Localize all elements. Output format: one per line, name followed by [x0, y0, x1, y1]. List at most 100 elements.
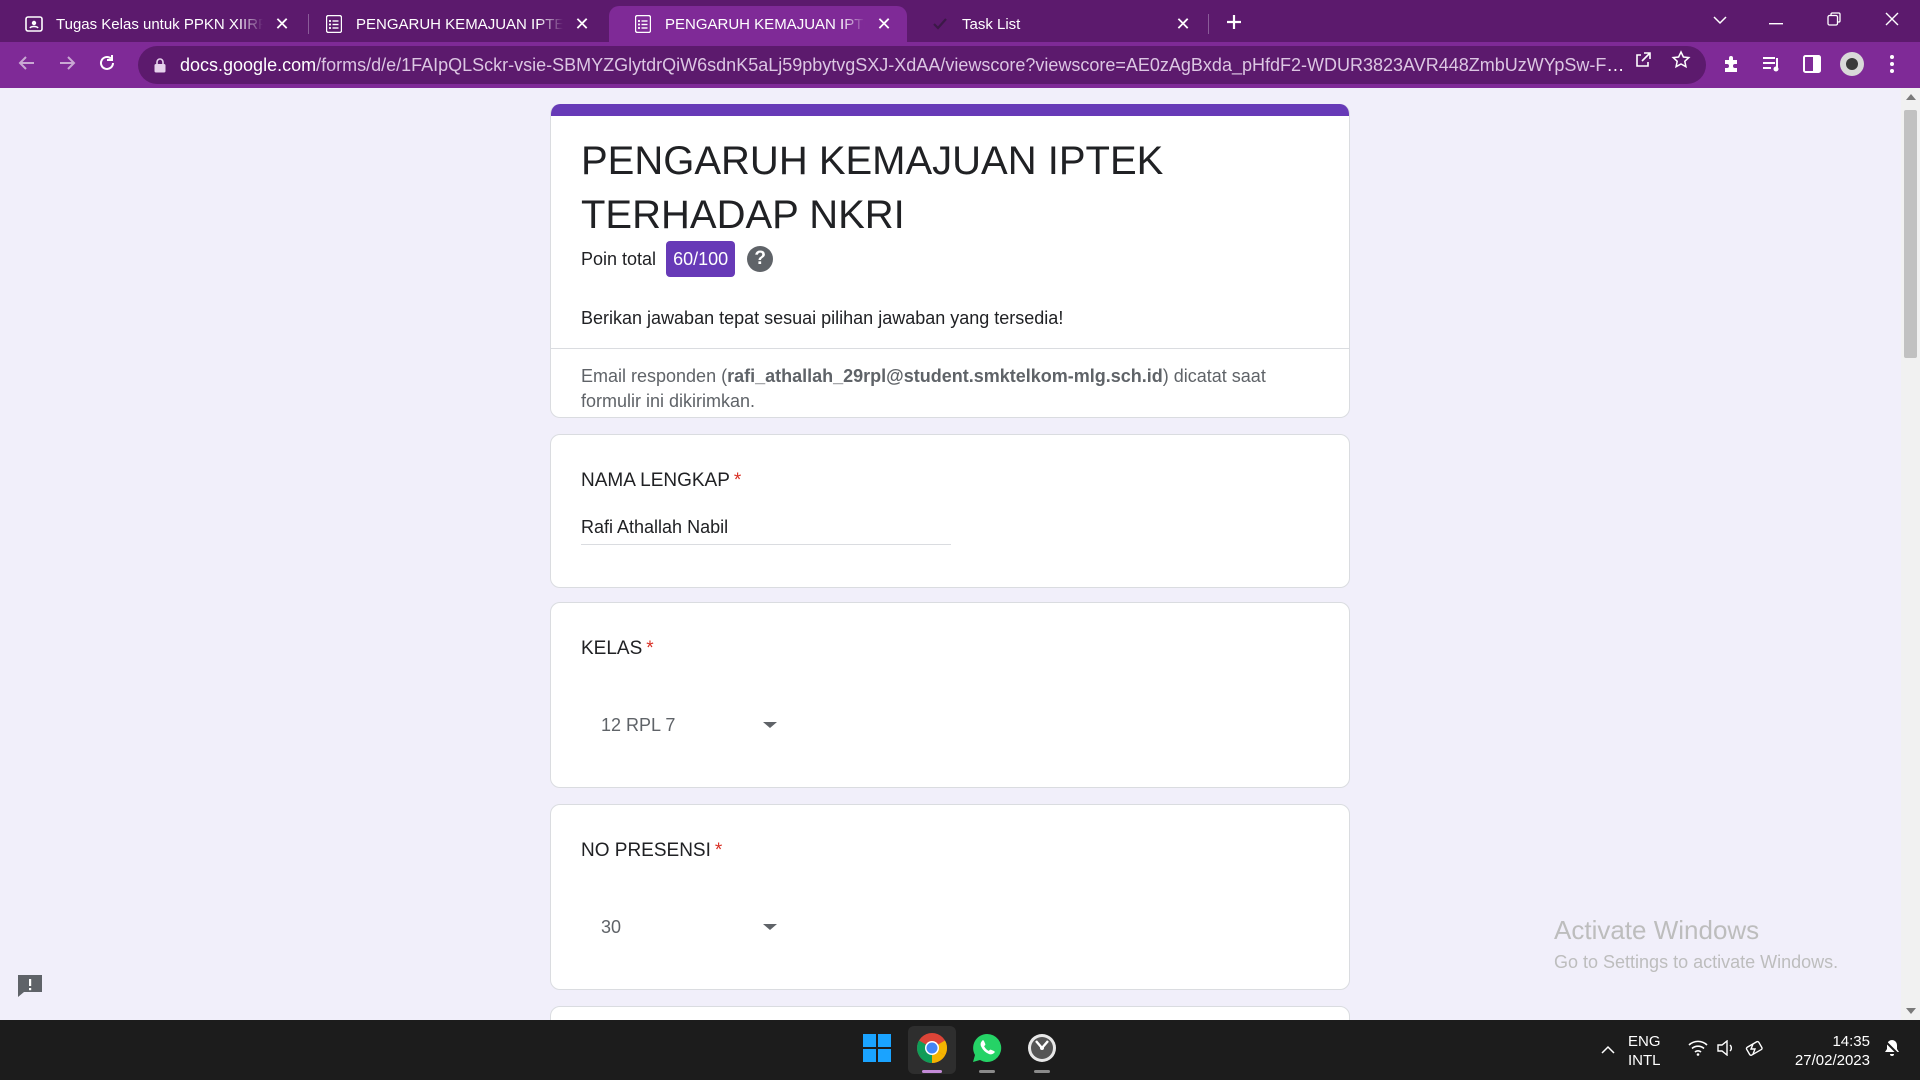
running-indicator [1034, 1070, 1050, 1073]
battery-charging-icon [1744, 1040, 1764, 1061]
extensions-button[interactable] [1720, 54, 1744, 78]
watermark-subtitle: Go to Settings to activate Windows. [1554, 952, 1839, 972]
caret-down-icon [763, 924, 777, 930]
show-hidden-icons-button[interactable] [1596, 1020, 1620, 1080]
tab-forms-active[interactable]: PENGARUH KEMAJUAN IPTEK TERHADAP NKRI ✕ [609, 6, 907, 42]
profile-button[interactable] [1840, 51, 1864, 78]
watermark-title: Activate Windows [1554, 915, 1760, 945]
question-card-name: NAMA LENGKAP * Rafi Athallah Nabil [550, 434, 1350, 588]
wifi-indicator[interactable] [1686, 1020, 1710, 1080]
question-title: NO PRESENSI * [581, 840, 722, 862]
lock-icon[interactable] [152, 57, 168, 73]
keyboard-layout: INTL [1628, 1052, 1661, 1069]
side-panel-icon [1803, 54, 1821, 78]
question-title: NAMA LENGKAP * [581, 470, 741, 492]
input-language-indicator[interactable]: ENG INTL [1628, 1032, 1661, 1070]
close-tab-icon[interactable]: ✕ [271, 13, 293, 35]
close-icon [1885, 12, 1899, 31]
chrome-menu-button[interactable] [1880, 54, 1904, 78]
page-scrollbar[interactable] [1901, 88, 1920, 1020]
tab-title: PENGARUH KEMAJUAN IPTEK TERHADAP NKRI [665, 15, 865, 33]
taskbar-clock-app[interactable] [1018, 1026, 1066, 1074]
share-button[interactable] [1632, 51, 1654, 73]
address-bar[interactable]: docs.google.com/forms/d/e/1FAIpQLSckr-vs… [138, 46, 1706, 84]
report-feedback-button[interactable] [15, 973, 45, 1003]
name-answer: Rafi Athallah Nabil [581, 517, 951, 545]
tab-task-list[interactable]: Task List ✕ [906, 6, 1206, 42]
check-icon [930, 14, 950, 34]
system-clock[interactable]: 14:35 27/02/2023 [1780, 1032, 1870, 1070]
tab-title: Task List [962, 15, 1021, 33]
taskbar-chrome[interactable] [908, 1026, 956, 1074]
help-icon[interactable]: ? [747, 246, 774, 272]
kebab-menu-icon [1889, 54, 1895, 79]
close-tab-icon[interactable]: ✕ [571, 13, 593, 35]
scroll-up-icon[interactable] [1906, 94, 1916, 100]
required-asterisk: * [714, 840, 723, 861]
required-asterisk: * [733, 470, 742, 491]
clock-date: 27/02/2023 [1794, 1052, 1870, 1069]
new-tab-button[interactable] [1220, 8, 1248, 36]
tab-title: PENGARUH KEMAJUAN IPTEK TERHADAP NKRI [356, 15, 563, 33]
back-button[interactable] [12, 50, 42, 80]
arrow-left-icon [18, 54, 36, 77]
reload-button[interactable] [92, 50, 122, 80]
tab-title: Tugas Kelas untuk PPKN XIIRPL7 [56, 15, 263, 33]
tab-forms-1[interactable]: PENGARUH KEMAJUAN IPTEK TERHADAP NKRI ✕ [300, 6, 605, 42]
form-page: PENGARUH KEMAJUAN IPTEK TERHADAP NKRI Po… [0, 88, 1901, 1020]
header-accent-bar [551, 104, 1349, 116]
volume-indicator[interactable] [1714, 1020, 1738, 1080]
close-tab-icon[interactable]: ✕ [873, 13, 895, 35]
minimize-button[interactable] [1748, 0, 1804, 42]
score-badge: 60/100 [666, 241, 736, 277]
active-indicator [922, 1070, 942, 1073]
side-panel-button[interactable] [1800, 54, 1824, 78]
notification-bell-icon [1882, 1038, 1902, 1063]
respondent-email: rafi_athallah_29rpl@student.smktelkom-ml… [727, 366, 1163, 386]
score-row: Poin total 60/100 ? [581, 241, 774, 277]
taskbar-whatsapp[interactable] [963, 1026, 1011, 1074]
speaker-icon [1716, 1039, 1736, 1061]
question-card-class: KELAS * 12 RPL 7 [550, 602, 1350, 788]
question-title-text: KELAS [581, 638, 643, 659]
close-tab-icon[interactable]: ✕ [1172, 13, 1194, 35]
running-indicator [979, 1070, 995, 1073]
score-label: Poin total [581, 248, 657, 269]
email-note-prefix: Email responden ( [581, 366, 728, 386]
feedback-icon [16, 973, 44, 1004]
battery-indicator[interactable] [1742, 1020, 1766, 1080]
browser-toolbar: docs.google.com/forms/d/e/1FAIpQLSckr-vs… [0, 42, 1920, 88]
attendance-dropdown[interactable]: 30 [581, 907, 781, 947]
url-path: /forms/d/e/1FAIpQLSckr-vsie-SBMYZGlytdrQ… [316, 54, 1630, 75]
respondent-email-note: Email responden (rafi_athallah_29rpl@stu… [581, 364, 1321, 414]
reload-icon [98, 54, 116, 77]
close-window-button[interactable] [1864, 0, 1920, 42]
minimize-icon [1769, 12, 1783, 30]
avatar [1839, 51, 1865, 82]
class-dropdown[interactable]: 12 RPL 7 [581, 705, 781, 745]
start-button[interactable] [853, 1026, 901, 1074]
classroom-icon [24, 14, 44, 34]
form-description: Berikan jawaban tepat sesuai pilihan jaw… [581, 308, 1064, 328]
restore-button[interactable] [1806, 0, 1862, 42]
notification-center-button[interactable] [1880, 1020, 1904, 1080]
clock-time: 14:35 [1832, 1033, 1870, 1050]
scroll-down-icon[interactable] [1906, 1008, 1916, 1014]
tab-strip: Tugas Kelas untuk PPKN XIIRPL7 ✕ PENGARU… [0, 0, 1920, 42]
scroll-thumb[interactable] [1904, 110, 1917, 358]
playlist-icon [1762, 55, 1782, 78]
dropdown-value: 30 [601, 916, 622, 937]
question-card-attendance: NO PRESENSI * 30 [550, 804, 1350, 990]
forms-icon [633, 14, 653, 34]
forward-button[interactable] [52, 50, 82, 80]
tab-classroom[interactable]: Tugas Kelas untuk PPKN XIIRPL7 ✕ [0, 6, 305, 42]
star-icon [1671, 49, 1691, 75]
tab-search-button[interactable] [1692, 0, 1748, 42]
url-text[interactable]: docs.google.com/forms/d/e/1FAIpQLSckr-vs… [180, 55, 1630, 76]
media-control-button[interactable] [1760, 54, 1784, 78]
chrome-icon [916, 1032, 948, 1069]
form-header-card: PENGARUH KEMAJUAN IPTEK TERHADAP NKRI Po… [550, 104, 1350, 418]
caret-down-icon [763, 722, 777, 728]
form-title: PENGARUH KEMAJUAN IPTEK TERHADAP NKRI [581, 139, 1164, 237]
bookmark-button[interactable] [1670, 49, 1692, 75]
